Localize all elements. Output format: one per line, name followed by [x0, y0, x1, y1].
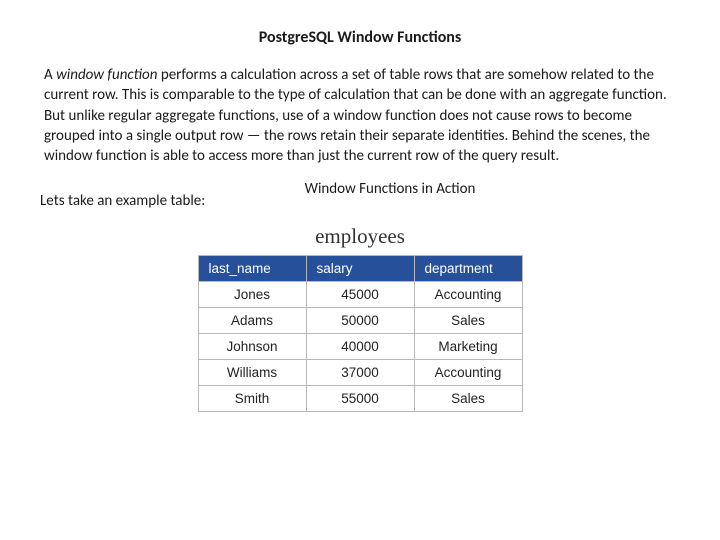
- cell-last-name: Smith: [198, 386, 306, 412]
- cell-salary: 50000: [306, 308, 414, 334]
- table-row: Smith 55000 Sales: [198, 386, 522, 412]
- cell-salary: 55000: [306, 386, 414, 412]
- cell-salary: 45000: [306, 282, 414, 308]
- table-caption: employees: [0, 224, 720, 249]
- intro-prefix: A: [44, 66, 56, 84]
- cell-department: Accounting: [414, 282, 522, 308]
- table-row: Williams 37000 Accounting: [198, 360, 522, 386]
- cell-last-name: Adams: [198, 308, 306, 334]
- cell-department: Sales: [414, 386, 522, 412]
- cell-department: Sales: [414, 308, 522, 334]
- cell-department: Accounting: [414, 360, 522, 386]
- col-header-salary: salary: [306, 256, 414, 282]
- intro-emphasis: window function: [56, 66, 157, 84]
- table-container: employees last_name salary department Jo…: [0, 224, 720, 412]
- intro-paragraph: A window function performs a calculation…: [0, 65, 720, 166]
- cell-last-name: Johnson: [198, 334, 306, 360]
- table-row: Jones 45000 Accounting: [198, 282, 522, 308]
- table-header-row: last_name salary department: [198, 256, 522, 282]
- col-header-last-name: last_name: [198, 256, 306, 282]
- cell-last-name: Williams: [198, 360, 306, 386]
- cell-salary: 40000: [306, 334, 414, 360]
- page-title: PostgreSQL Window Functions: [0, 0, 720, 65]
- col-header-department: department: [414, 256, 522, 282]
- table-row: Adams 50000 Sales: [198, 308, 522, 334]
- employees-table: last_name salary department Jones 45000 …: [198, 255, 523, 412]
- table-row: Johnson 40000 Marketing: [198, 334, 522, 360]
- cell-department: Marketing: [414, 334, 522, 360]
- cell-salary: 37000: [306, 360, 414, 386]
- cell-last-name: Jones: [198, 282, 306, 308]
